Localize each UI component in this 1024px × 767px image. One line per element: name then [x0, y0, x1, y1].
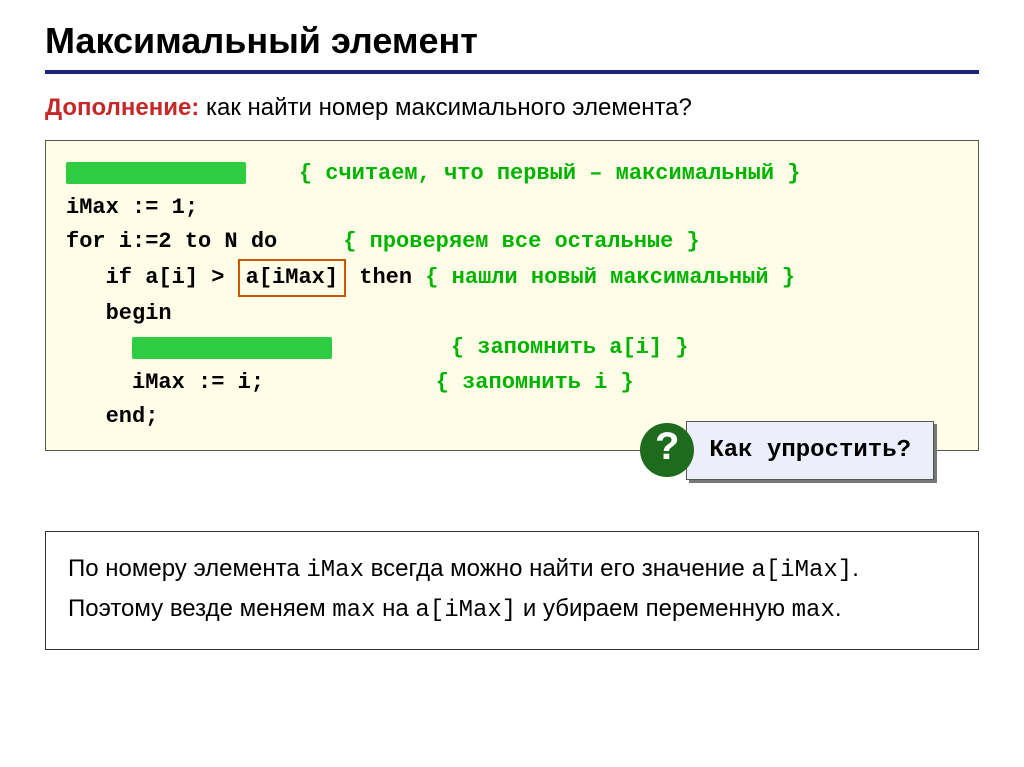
comment-4: { запомнить a[i] }	[451, 335, 689, 360]
code-line-2: iMax := 1;	[66, 191, 958, 225]
code-line-6: { запомнить a[i] }	[66, 331, 958, 365]
explain-t4: на	[375, 595, 415, 622]
comment-5: { запомнить i }	[436, 370, 634, 395]
code-block: { считаем, что первый – максимальный } i…	[45, 140, 979, 451]
explain-t5: и убираем переменную	[516, 595, 791, 622]
hidden-block-2	[132, 337, 332, 359]
subtitle-prefix: Дополнение:	[45, 94, 199, 121]
subtitle: Дополнение: как найти номер максимальног…	[45, 94, 979, 122]
code-line-7: iMax := i; { запомнить i }	[66, 366, 958, 400]
explanation-box: По номеру элемента iMax всегда можно най…	[45, 531, 979, 650]
explain-m3: max	[332, 597, 375, 624]
explain-m4: a[iMax]	[415, 597, 516, 624]
title-divider	[45, 70, 979, 74]
comment-2: { проверяем все остальные }	[343, 229, 699, 254]
code-line-3: for i:=2 to N do { проверяем все остальн…	[66, 225, 958, 259]
code-imax-assign: iMax := i;	[66, 370, 264, 395]
code-if-a: if a[i] >	[66, 265, 238, 290]
code-if-b: then	[346, 265, 425, 290]
comment-1: { считаем, что первый – максимальный }	[299, 161, 801, 186]
explain-t1: По номеру элемента	[68, 555, 306, 582]
comment-3: { нашли новый максимальный }	[425, 265, 795, 290]
code-line-1: { считаем, что первый – максимальный }	[66, 157, 958, 191]
page-title: Максимальный элемент	[45, 20, 979, 62]
simplify-callout: ? Как упростить?	[640, 421, 934, 480]
explain-m5: max	[792, 597, 835, 624]
hidden-block-1	[66, 162, 246, 184]
subtitle-rest: как найти номер максимального элемента?	[199, 94, 692, 121]
explain-m2: a[iMax]	[751, 557, 852, 584]
code-line-4: if a[i] > a[iMax] then { нашли новый мак…	[66, 259, 958, 297]
simplify-label: Как упростить?	[686, 421, 934, 480]
aimx-box: a[iMax]	[238, 259, 346, 297]
explain-m1: iMax	[306, 557, 364, 584]
explain-t6: .	[835, 595, 842, 622]
code-line-5: begin	[66, 297, 958, 331]
code-for: for i:=2 to N do	[66, 229, 277, 254]
explain-t2: всегда можно найти его значение	[364, 555, 751, 582]
